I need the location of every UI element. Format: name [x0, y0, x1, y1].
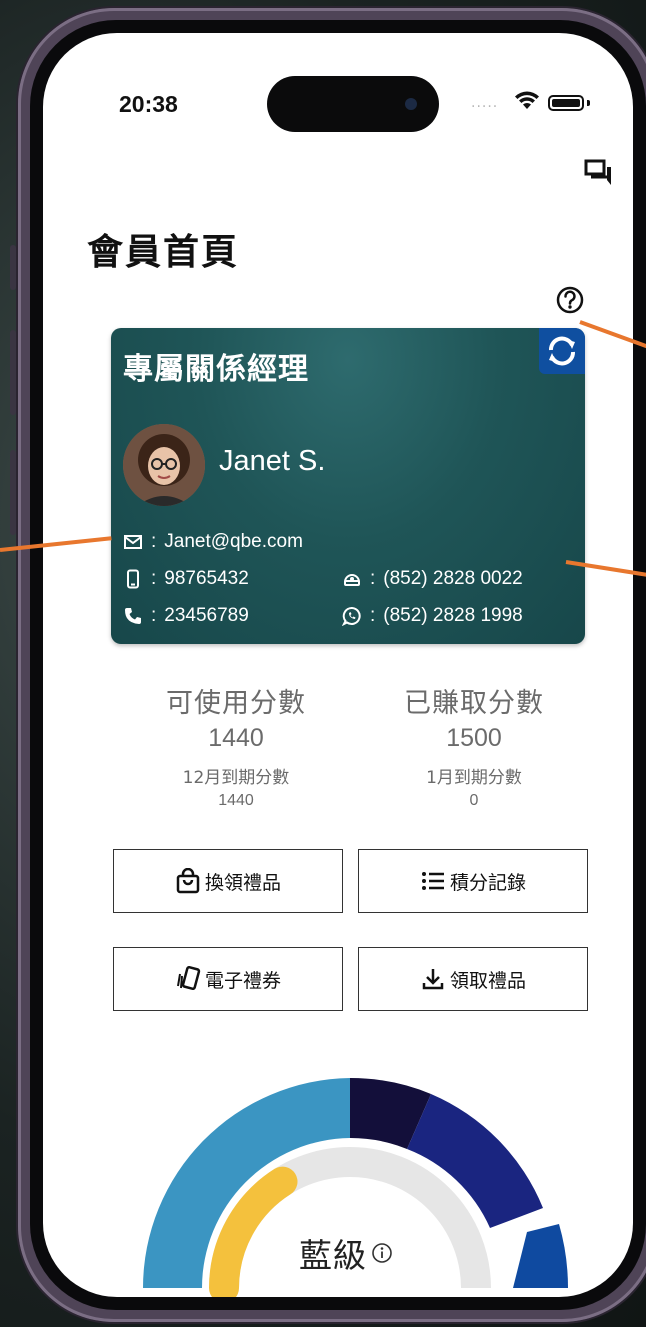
app-screen: 20:38 ..... 會員首頁 專屬關係經理 Janet S.: Janet… [43, 33, 633, 1297]
list-icon [421, 872, 444, 890]
office-phone-icon [344, 574, 360, 586]
refresh-button[interactable] [539, 328, 585, 374]
mobile-value: 98765432 [164, 568, 249, 589]
avatar [123, 424, 205, 506]
available-points: 可使用分數 1440 12月到期分數 1440 [121, 681, 351, 810]
camera-icon [405, 98, 417, 110]
whatsapp-value: (852) 2828 1998 [383, 605, 523, 626]
phone-icon [125, 608, 141, 624]
redeem-gift-label: 換領禮品 [204, 871, 281, 894]
tier-name: 藍級 [299, 1236, 367, 1275]
earned-expiry-value: 0 [469, 792, 479, 809]
redeem-gift-button[interactable]: 換領禮品 [113, 849, 343, 913]
available-points-label: 可使用分數 [166, 688, 306, 719]
office-separator: : [370, 568, 376, 589]
mobile-separator: : [151, 568, 157, 589]
earned-points: 已賺取分數 1500 1月到期分數 0 [359, 681, 589, 810]
whatsapp-icon [342, 606, 361, 626]
expiring-points-value: 1440 [218, 792, 254, 809]
email-icon [124, 535, 142, 549]
shopping-bag-icon [176, 868, 200, 894]
points-history-button[interactable]: 積分記錄 [358, 849, 588, 913]
manager-office-phone[interactable]: : (852) 2828 0022 [342, 568, 523, 590]
earned-points-value: 1500 [446, 724, 502, 752]
phone-separator: : [151, 605, 157, 626]
points-history-label: 積分記錄 [449, 871, 526, 894]
battery-tip [587, 100, 590, 106]
available-points-value: 1440 [208, 724, 264, 752]
refresh-icon [549, 336, 575, 366]
collect-gift-label: 領取禮品 [449, 969, 526, 992]
action-button [10, 245, 16, 290]
earned-expiry-label: 1月到期分數 [426, 768, 522, 788]
phone-bezel: 20:38 ..... 會員首頁 專屬關係經理 Janet S.: Janet… [30, 20, 646, 1310]
manager-phone[interactable]: : 23456789 [123, 605, 249, 627]
phone-frame: 20:38 ..... 會員首頁 專屬關係經理 Janet S.: Janet… [18, 8, 646, 1322]
email-value: Janet@qbe.com [164, 531, 303, 552]
evoucher-button[interactable]: 電子禮券 [113, 947, 343, 1011]
whatsapp-separator: : [370, 605, 376, 626]
dynamic-island [267, 76, 439, 132]
download-icon [422, 969, 444, 990]
help-icon[interactable] [555, 285, 585, 315]
mobile-icon [127, 569, 139, 589]
manager-name: Janet S. [219, 445, 326, 477]
collect-gift-button[interactable]: 領取禮品 [358, 947, 588, 1011]
manager-mobile[interactable]: : 98765432 [123, 568, 249, 590]
email-separator: : [151, 531, 157, 552]
volume-up-button [10, 330, 16, 415]
status-time: 20:38 [119, 91, 178, 117]
gauge-progress [209, 1166, 298, 1297]
signal-icon: ..... [471, 95, 499, 111]
manager-whatsapp[interactable]: : (852) 2828 1998 [342, 605, 523, 627]
info-icon[interactable] [371, 1242, 393, 1264]
relationship-manager-card: 專屬關係經理 Janet S.: Janet@qbe.com: 987654… [111, 328, 585, 644]
gauge-segment-blue [513, 1224, 569, 1288]
card-title: 專屬關係經理 [123, 352, 309, 387]
tier-label: 藍級 [299, 1229, 393, 1277]
page-title: 會員首頁 [87, 232, 240, 273]
volume-down-button [10, 450, 16, 535]
phone-value: 23456789 [164, 605, 249, 626]
wifi-icon [515, 91, 539, 109]
evoucher-label: 電子禮券 [204, 969, 281, 992]
chat-icon[interactable] [583, 158, 613, 188]
earned-points-label: 已賺取分數 [404, 688, 544, 719]
expiring-points-label: 12月到期分數 [182, 768, 290, 788]
manager-email[interactable]: : Janet@qbe.com [123, 531, 303, 553]
battery-icon [548, 95, 584, 111]
voucher-icon [176, 966, 201, 991]
office-value: (852) 2828 0022 [383, 568, 523, 589]
